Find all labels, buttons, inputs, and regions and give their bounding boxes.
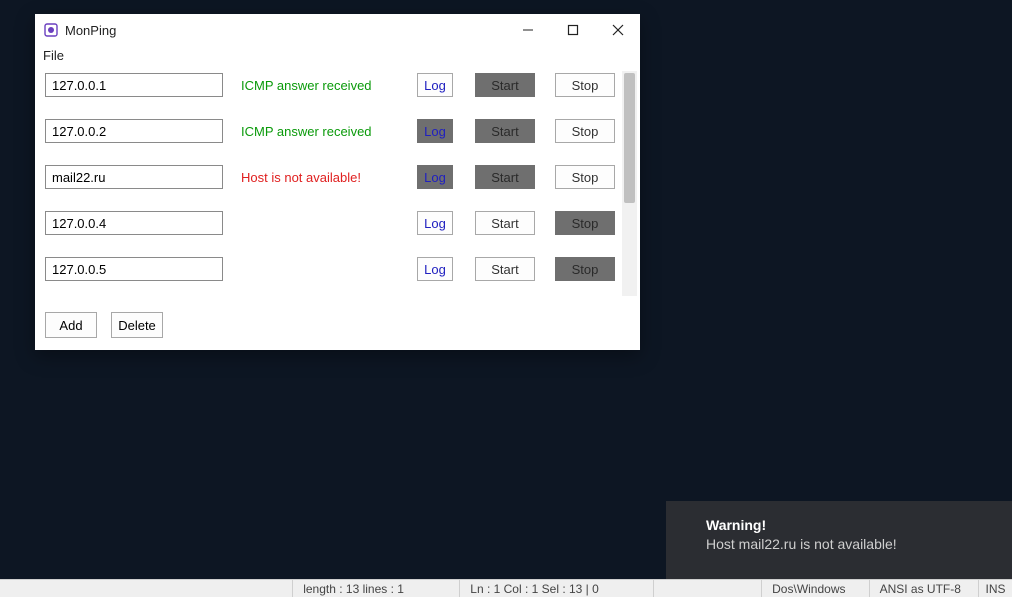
statusbar-position: Ln : 1 Col : 1 Sel : 13 | 0 bbox=[459, 580, 653, 597]
close-button[interactable] bbox=[595, 14, 640, 46]
log-button[interactable]: Log bbox=[417, 165, 453, 189]
start-button[interactable]: Start bbox=[475, 257, 535, 281]
statusbar-spacer2 bbox=[653, 580, 761, 597]
host-input[interactable] bbox=[45, 165, 223, 189]
start-button[interactable]: Start bbox=[475, 211, 535, 235]
window-controls bbox=[505, 14, 640, 46]
start-button[interactable]: Start bbox=[475, 119, 535, 143]
window-title: MonPing bbox=[65, 23, 116, 38]
menubar: File bbox=[35, 46, 640, 69]
statusbar-eol: Dos\Windows bbox=[761, 580, 868, 597]
host-status: Host is not available! bbox=[241, 170, 399, 185]
host-input[interactable] bbox=[45, 211, 223, 235]
rows-area: ICMP answer receivedLogStartStopICMP ans… bbox=[35, 69, 640, 302]
host-row: Log Start Stop bbox=[45, 211, 622, 235]
host-status: ICMP answer received bbox=[241, 78, 399, 93]
log-button[interactable]: Log bbox=[417, 119, 453, 143]
stop-button[interactable]: Stop bbox=[555, 211, 615, 235]
statusbar-length: length : 13 lines : 1 bbox=[292, 580, 459, 597]
warning-toast[interactable]: Warning! Host mail22.ru is not available… bbox=[666, 501, 1012, 581]
log-button[interactable]: Log bbox=[417, 211, 453, 235]
host-input[interactable] bbox=[45, 257, 223, 281]
scrollbar-thumb[interactable] bbox=[624, 73, 635, 203]
vertical-scrollbar[interactable] bbox=[622, 71, 637, 296]
footer-buttons: Add Delete bbox=[35, 302, 640, 350]
host-input[interactable] bbox=[45, 119, 223, 143]
host-input[interactable] bbox=[45, 73, 223, 97]
delete-button[interactable]: Delete bbox=[111, 312, 163, 338]
stop-button[interactable]: Stop bbox=[555, 73, 615, 97]
stop-button[interactable]: Stop bbox=[555, 165, 615, 189]
add-button[interactable]: Add bbox=[45, 312, 97, 338]
host-row: Log Start Stop bbox=[45, 257, 622, 281]
host-row: Host is not available! Log Start Stop bbox=[45, 165, 622, 189]
editor-statusbar: length : 13 lines : 1 Ln : 1 Col : 1 Sel… bbox=[0, 579, 1012, 597]
log-button[interactable]: Log bbox=[417, 257, 453, 281]
statusbar-spacer bbox=[0, 580, 292, 597]
host-row: ICMP answer received Log Start Stop bbox=[45, 73, 622, 97]
menu-file[interactable]: File bbox=[43, 48, 64, 63]
host-row: ICMP answer received Log Start Stop bbox=[45, 119, 622, 143]
toast-body: Host mail22.ru is not available! bbox=[706, 536, 994, 552]
log-button[interactable]: Log bbox=[417, 73, 453, 97]
app-icon bbox=[43, 22, 59, 38]
statusbar-ins: INS bbox=[978, 580, 1012, 597]
minimize-button[interactable] bbox=[505, 14, 550, 46]
stop-button[interactable]: Stop bbox=[555, 257, 615, 281]
host-status: ICMP answer received bbox=[241, 124, 399, 139]
start-button[interactable]: Start bbox=[475, 165, 535, 189]
toast-title: Warning! bbox=[706, 517, 994, 533]
statusbar-encoding: ANSI as UTF-8 bbox=[869, 580, 978, 597]
monping-window: MonPing File ICMP answer received Log Star… bbox=[35, 14, 640, 350]
start-button[interactable]: Start bbox=[475, 73, 535, 97]
maximize-button[interactable] bbox=[550, 14, 595, 46]
stop-button[interactable]: Stop bbox=[555, 119, 615, 143]
titlebar: MonPing bbox=[35, 14, 640, 46]
